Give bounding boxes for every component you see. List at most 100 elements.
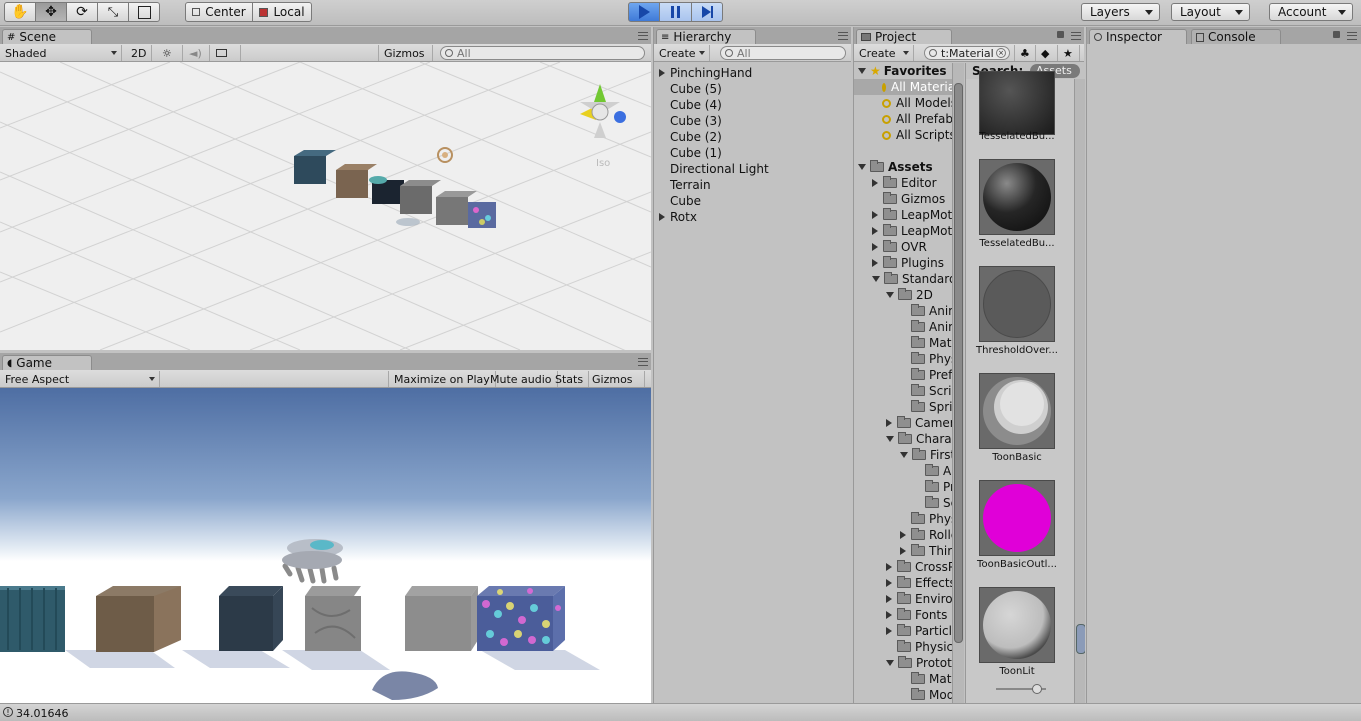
material-thumbnail[interactable]: [979, 159, 1055, 235]
tab-inspector[interactable]: Inspector: [1089, 29, 1187, 44]
chevron-right-icon[interactable]: [872, 179, 878, 187]
hierarchy-item[interactable]: Cube (4): [659, 97, 722, 113]
hierarchy-item[interactable]: Directional Light: [659, 161, 769, 177]
favorite-item[interactable]: All Models: [882, 95, 957, 111]
project-search-input[interactable]: t:Material ×: [924, 46, 1010, 60]
layers-dropdown[interactable]: Layers: [1081, 3, 1160, 21]
tab-project[interactable]: Project: [856, 29, 952, 44]
stats-toggle[interactable]: Stats: [550, 371, 590, 387]
scene-viewport[interactable]: Iso: [0, 62, 651, 350]
tree-scroll-thumb[interactable]: [954, 83, 963, 643]
space-toggle[interactable]: Local: [252, 2, 312, 22]
hierarchy-item[interactable]: Cube: [659, 193, 701, 209]
lock-icon[interactable]: [1333, 31, 1340, 38]
favorite-item[interactable]: All Scripts: [882, 127, 956, 143]
scene-search-input[interactable]: All: [440, 46, 645, 60]
tree-scrollbar[interactable]: [952, 63, 964, 703]
chevron-right-icon[interactable]: [900, 531, 906, 539]
folder-item[interactable]: Fonts: [886, 607, 947, 623]
mute-audio-toggle[interactable]: Mute audio: [485, 371, 558, 387]
move-tool-button[interactable]: ✥: [35, 2, 67, 22]
chevron-down-icon[interactable]: [872, 276, 880, 282]
assets-header[interactable]: Assets: [858, 159, 933, 175]
chevron-down-icon[interactable]: [886, 292, 894, 298]
aspect-dropdown[interactable]: Free Aspect: [0, 371, 160, 387]
chevron-right-icon[interactable]: [886, 563, 892, 571]
tab-game[interactable]: ◖ Game: [2, 355, 92, 370]
clear-icon[interactable]: ×: [996, 48, 1006, 58]
scene-cube-mosaic[interactable]: [468, 202, 496, 228]
folder-item[interactable]: Effects: [886, 575, 956, 591]
chevron-right-icon[interactable]: [659, 69, 665, 77]
effects-dropdown[interactable]: [211, 45, 241, 61]
hierarchy-create-dropdown[interactable]: Create: [654, 45, 710, 61]
hierarchy-item[interactable]: Cube (5): [659, 81, 722, 97]
hierarchy-item[interactable]: PinchingHand: [659, 65, 752, 81]
game-gizmos-dropdown[interactable]: Gizmos: [587, 371, 645, 387]
material-thumbnail[interactable]: [979, 71, 1055, 135]
folder-item[interactable]: Gizmos: [872, 191, 945, 207]
tab-console[interactable]: Console: [1191, 29, 1281, 44]
filter-label-button[interactable]: ◆: [1036, 45, 1058, 61]
chevron-right-icon[interactable]: [872, 211, 878, 219]
material-thumbnail[interactable]: [979, 373, 1055, 449]
chevron-down-icon[interactable]: [886, 660, 894, 666]
scene-gizmos-dropdown[interactable]: Gizmos: [378, 45, 433, 61]
step-button[interactable]: [691, 2, 723, 22]
hierarchy-item[interactable]: Cube (3): [659, 113, 722, 129]
panel-menu-icon[interactable]: [1347, 32, 1357, 40]
scale-tool-button[interactable]: ⤡: [97, 2, 129, 22]
lighting-toggle[interactable]: ☼: [157, 45, 183, 61]
thumbnail-size-slider[interactable]: [996, 684, 1046, 694]
lock-icon[interactable]: [1057, 31, 1064, 38]
2d-toggle[interactable]: 2D: [126, 45, 152, 61]
play-button[interactable]: [628, 2, 660, 22]
folder-item[interactable]: LeapMotionModules: [872, 223, 964, 239]
tab-hierarchy[interactable]: ≡ Hierarchy: [656, 29, 756, 44]
chevron-right-icon[interactable]: [872, 227, 878, 235]
folder-item[interactable]: OVR: [872, 239, 927, 255]
chevron-right-icon[interactable]: [886, 611, 892, 619]
hand-tool-button[interactable]: ✋: [4, 2, 36, 22]
grid-scrollbar[interactable]: [1074, 79, 1085, 703]
favorite-item[interactable]: All Prefabs: [882, 111, 959, 127]
chevron-right-icon[interactable]: [659, 213, 665, 221]
material-thumbnail[interactable]: [979, 480, 1055, 556]
favorites-header[interactable]: ★ Favorites: [858, 63, 946, 79]
chevron-right-icon[interactable]: [886, 627, 892, 635]
layout-dropdown[interactable]: Layout: [1171, 3, 1250, 21]
scene-hand[interactable]: [369, 176, 404, 204]
status-bar[interactable]: ! 34.01646: [0, 703, 1361, 721]
chevron-right-icon[interactable]: [872, 243, 878, 251]
chevron-right-icon[interactable]: [900, 547, 906, 555]
hierarchy-item[interactable]: Rotx: [659, 209, 697, 225]
hierarchy-item[interactable]: Terrain: [659, 177, 711, 193]
chevron-right-icon[interactable]: [886, 595, 892, 603]
folder-item[interactable]: Standard Assets: [872, 271, 964, 287]
pause-button[interactable]: [659, 2, 692, 22]
game-viewport[interactable]: [0, 388, 651, 703]
filter-type-button[interactable]: ♣: [1014, 45, 1036, 61]
maximize-on-play-toggle[interactable]: Maximize on Play: [388, 371, 496, 387]
chevron-down-icon[interactable]: [886, 436, 894, 442]
shading-dropdown[interactable]: Shaded: [0, 45, 122, 61]
folder-item[interactable]: LeapMotion: [872, 207, 964, 223]
folder-item[interactable]: 2D: [886, 287, 933, 303]
slider-knob[interactable]: [1032, 684, 1042, 694]
chevron-right-icon[interactable]: [872, 259, 878, 267]
tab-scene[interactable]: # Scene: [2, 29, 92, 44]
hierarchy-item[interactable]: Cube (2): [659, 129, 722, 145]
hierarchy-item[interactable]: Cube (1): [659, 145, 722, 161]
material-thumbnail[interactable]: [979, 266, 1055, 342]
rotate-tool-button[interactable]: ⟳: [66, 2, 98, 22]
folder-item[interactable]: Plugins: [872, 255, 944, 271]
hierarchy-search-input[interactable]: All: [720, 46, 846, 60]
rect-tool-button[interactable]: [128, 2, 160, 22]
project-create-dropdown[interactable]: Create: [854, 45, 914, 61]
grid-scroll-thumb[interactable]: [1076, 624, 1085, 654]
panel-menu-icon[interactable]: [638, 358, 648, 366]
folder-item[interactable]: Editor: [872, 175, 937, 191]
audio-toggle[interactable]: ◄): [184, 45, 210, 61]
chevron-right-icon[interactable]: [886, 579, 892, 587]
panel-menu-icon[interactable]: [1071, 32, 1081, 40]
